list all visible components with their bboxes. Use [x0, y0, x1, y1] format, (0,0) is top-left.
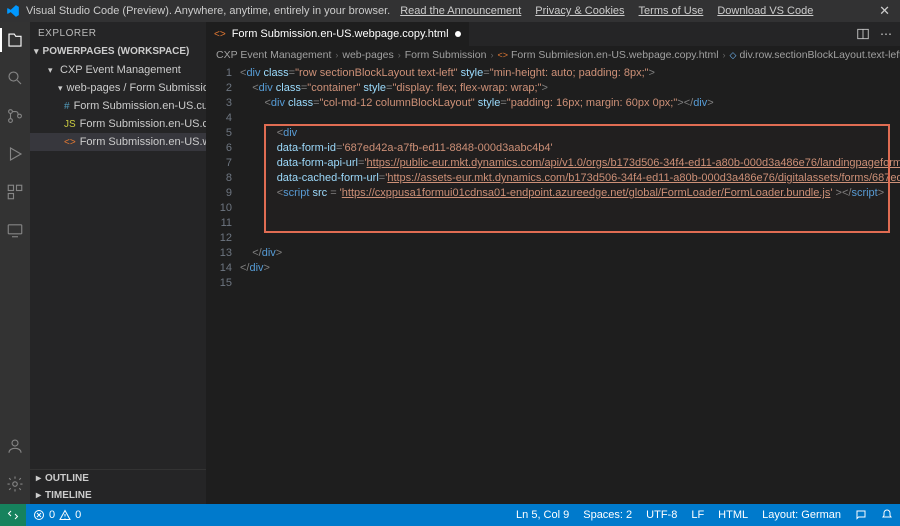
eol[interactable]: LF [684, 504, 711, 526]
source-control-icon[interactable] [3, 104, 27, 128]
tree-folder-project[interactable]: ▾ CXP Event Management [30, 61, 206, 79]
tree-label: Form Submission.en-US.webpage.copy.... [80, 136, 206, 148]
link-announcement[interactable]: Read the Announcement [400, 5, 521, 17]
code-content[interactable]: <div class="row sectionBlockLayout text-… [240, 64, 900, 504]
cursor-position[interactable]: Ln 5, Col 9 [509, 504, 576, 526]
tree-file-css[interactable]: # Form Submission.en-US.customcss.css [30, 97, 206, 115]
chevron-down-icon: ▾ [58, 83, 63, 94]
section-label: OUTLINE [45, 473, 89, 484]
workspace-section[interactable]: ▾ POWERPAGES (WORKSPACE) [30, 44, 206, 59]
accounts-icon[interactable] [3, 434, 27, 458]
tree-label: Form Submission.en-US.customcss.css [74, 100, 206, 112]
css-file-icon: # [64, 101, 70, 112]
breadcrumbs[interactable]: CXP Event Management›web-pages›Form Subm… [206, 46, 900, 64]
title-bar: Visual Studio Code (Preview). Anywhere, … [0, 0, 900, 22]
explorer-icon[interactable] [3, 28, 27, 52]
notifications-icon[interactable] [874, 504, 900, 526]
tree-label: web-pages / Form Submission [67, 82, 206, 94]
encoding[interactable]: UTF-8 [639, 504, 684, 526]
status-bar: 0 0 Ln 5, Col 9 Spaces: 2 UTF-8 LF HTML … [0, 504, 900, 526]
code-editor[interactable]: 123456789101112131415 <div class="row se… [206, 64, 900, 504]
link-privacy[interactable]: Privacy & Cookies [535, 5, 624, 17]
feedback-icon[interactable] [848, 504, 874, 526]
close-icon[interactable]: ✕ [875, 3, 894, 19]
chevron-right-icon: ▸ [36, 490, 41, 501]
modified-dot-icon [455, 31, 461, 37]
split-editor-icon[interactable] [856, 27, 870, 41]
error-count: 0 [49, 509, 55, 521]
timeline-section[interactable]: ▸ TIMELINE [30, 487, 206, 504]
sidebar-header: EXPLORER [30, 22, 206, 44]
tab-actions: ⋯ [848, 22, 900, 46]
tree-label: CXP Event Management [60, 64, 181, 76]
search-icon[interactable] [3, 66, 27, 90]
workspace-label: POWERPAGES (WORKSPACE) [43, 46, 190, 57]
chevron-down-icon: ▾ [48, 65, 56, 76]
link-download[interactable]: Download VS Code [717, 5, 813, 17]
remote-explorer-icon[interactable] [3, 218, 27, 242]
outline-section[interactable]: ▸ OUTLINE [30, 470, 206, 487]
warning-count: 0 [75, 509, 81, 521]
editor-area: <> Form Submission.en-US.webpage.copy.ht… [206, 22, 900, 504]
tree-file-js[interactable]: JS Form Submission.en-US.customjs.js [30, 115, 206, 133]
file-tree: ▾ CXP Event Management ▾ web-pages / For… [30, 59, 206, 153]
tree-folder-webpages[interactable]: ▾ web-pages / Form Submission [30, 79, 206, 97]
language-mode[interactable]: HTML [711, 504, 755, 526]
section-label: TIMELINE [45, 490, 92, 501]
extensions-icon[interactable] [3, 180, 27, 204]
more-icon[interactable]: ⋯ [880, 27, 892, 41]
html-file-icon: <> [64, 137, 76, 148]
tab-bar: <> Form Submission.en-US.webpage.copy.ht… [206, 22, 900, 46]
chevron-right-icon: ▸ [36, 473, 41, 484]
app-title: Visual Studio Code (Preview). Anywhere, … [26, 5, 390, 17]
tab-label: Form Submission.en-US.webpage.copy.html [232, 28, 449, 40]
tab-active[interactable]: <> Form Submission.en-US.webpage.copy.ht… [206, 22, 470, 46]
remote-indicator[interactable] [0, 504, 26, 526]
chevron-down-icon: ▾ [34, 46, 39, 57]
layout[interactable]: Layout: German [755, 504, 848, 526]
link-terms[interactable]: Terms of Use [639, 5, 704, 17]
line-gutter: 123456789101112131415 [206, 64, 240, 504]
html-file-icon: <> [214, 29, 226, 40]
tree-file-html[interactable]: <> Form Submission.en-US.webpage.copy...… [30, 133, 206, 151]
vscode-logo-icon [6, 4, 20, 18]
js-file-icon: JS [64, 119, 76, 130]
run-debug-icon[interactable] [3, 142, 27, 166]
titlebar-links: Read the Announcement Privacy & Cookies … [400, 5, 813, 17]
settings-gear-icon[interactable] [3, 472, 27, 496]
indentation[interactable]: Spaces: 2 [576, 504, 639, 526]
activity-bar [0, 22, 30, 504]
tree-label: Form Submission.en-US.customjs.js [80, 118, 206, 130]
sidebar: EXPLORER ▾ POWERPAGES (WORKSPACE) ▾ CXP … [30, 22, 206, 504]
problems-indicator[interactable]: 0 0 [26, 504, 88, 526]
